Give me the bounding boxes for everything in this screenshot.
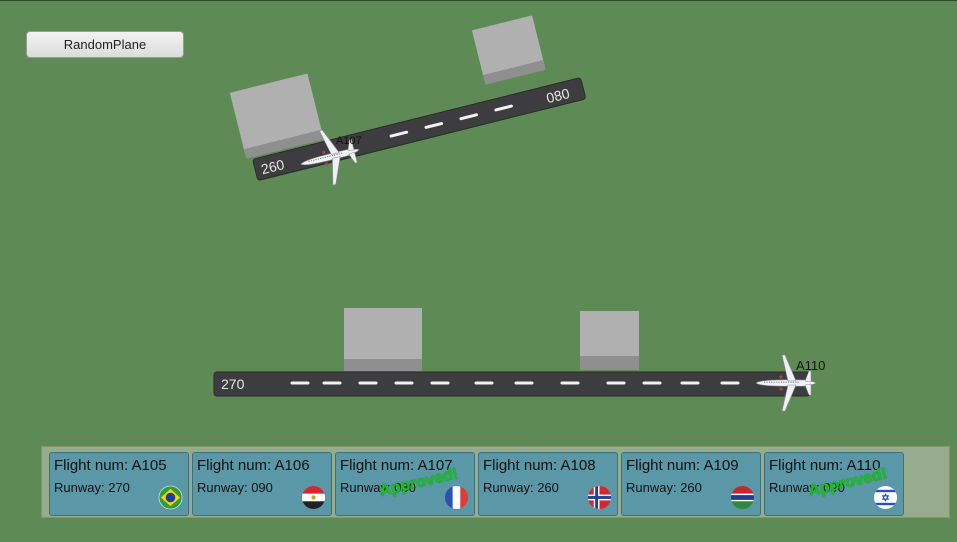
brazil-flag-icon (158, 485, 183, 510)
hangar (580, 311, 639, 370)
flight-number: Flight num: A109 (626, 457, 739, 474)
hangar (471, 15, 546, 85)
runway-assignment: Runway: 090 (197, 480, 273, 495)
runway-label-270: 270 (221, 376, 245, 392)
flight-card-a108[interactable]: Flight num: A108 Runway: 260 (478, 452, 618, 516)
runway-assignment: Runway: 260 (626, 480, 702, 495)
plane-label-a110: A110 (796, 358, 825, 373)
flight-card-a106[interactable]: Flight num: A106 Runway: 090 (192, 452, 332, 516)
hangar (344, 308, 422, 371)
plane-label-a107: A107 (336, 135, 362, 147)
runway-assignment: Runway: 270 (54, 480, 130, 495)
norway-flag-icon (587, 485, 612, 510)
runway-bottom: 270 (213, 371, 811, 397)
flight-card-a105[interactable]: Flight num: A105 Runway: 270 (49, 452, 189, 516)
runway-top: 260 080 (229, 15, 586, 181)
flight-number: Flight num: A106 (197, 457, 310, 474)
runway-assignment: Runway: 260 (483, 480, 559, 495)
gambia-flag-icon (730, 485, 755, 510)
flight-card-a109[interactable]: Flight num: A109 Runway: 260 (621, 452, 761, 516)
israel-flag-icon (873, 485, 898, 510)
flight-card-a107[interactable]: Flight num: A107 Runway: 080 Approved! (335, 452, 475, 516)
france-flag-icon (444, 485, 469, 510)
flight-number: Flight num: A108 (483, 457, 596, 474)
flight-panel: Flight num: A105 Runway: 270 Flight num:… (41, 446, 950, 518)
flight-number: Flight num: A105 (54, 457, 167, 474)
flight-card-a110[interactable]: Flight num: A110 Runway: 090 Approved! (764, 452, 904, 516)
egypt-flag-icon (301, 485, 326, 510)
